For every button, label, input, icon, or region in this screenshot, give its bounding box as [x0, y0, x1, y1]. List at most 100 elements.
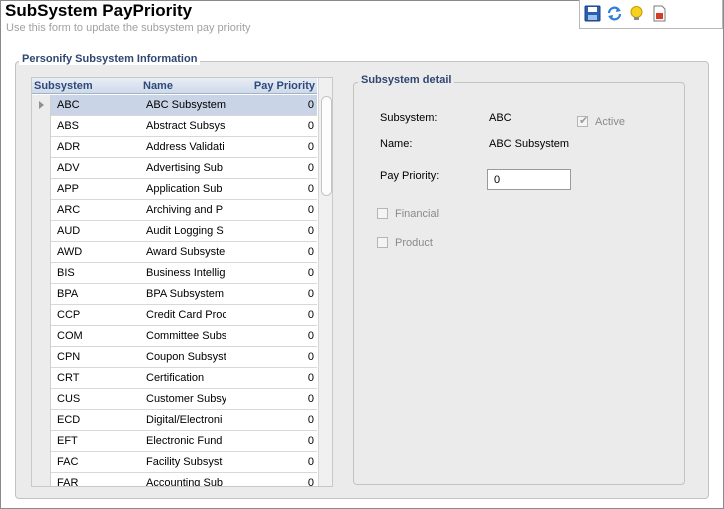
- table-row[interactable]: ARC Archiving and P 0: [32, 200, 317, 221]
- table-row[interactable]: CUS Customer Subsy 0: [32, 389, 317, 410]
- table-row[interactable]: CCP Credit Card Proc 0: [32, 305, 317, 326]
- table-row[interactable]: AWD Award Subsyste 0: [32, 242, 317, 263]
- row-selector[interactable]: [32, 221, 51, 242]
- cell-subsystem: AUD: [57, 225, 81, 237]
- active-checkbox[interactable]: ✔: [577, 115, 589, 127]
- row-selector[interactable]: [32, 368, 51, 389]
- scrollbar-thumb[interactable]: [321, 96, 332, 196]
- column-header-pay-priority[interactable]: Pay Priority: [254, 80, 315, 92]
- cell-subsystem: ADR: [57, 141, 81, 153]
- table-row[interactable]: ADR Address Validati 0: [32, 137, 317, 158]
- cell-pay-priority: 0: [307, 204, 314, 216]
- row-selector[interactable]: [32, 326, 51, 347]
- table-row[interactable]: FAC Facility Subsyst 0: [32, 452, 317, 473]
- pay-priority-input[interactable]: 0: [487, 169, 571, 190]
- row-selector[interactable]: [32, 473, 51, 486]
- table-row[interactable]: ABS Abstract Subsys 0: [32, 116, 317, 137]
- cell-pay-priority: 0: [307, 267, 314, 279]
- cell-subsystem: CPN: [57, 351, 81, 363]
- row-selector[interactable]: [32, 116, 51, 137]
- financial-label: Financial: [395, 208, 440, 220]
- cell-pay-priority: 0: [307, 393, 314, 405]
- subsystem-grid[interactable]: Subsystem Name Pay Priority ABC ABC Subsy…: [31, 77, 333, 487]
- cell-subsystem: ABC: [57, 99, 80, 111]
- cell-pay-priority: 0: [307, 141, 314, 153]
- cell-name: Address Validati: [146, 141, 225, 153]
- row-selector[interactable]: [32, 452, 51, 473]
- table-row[interactable]: COM Committee Subs 0: [32, 326, 317, 347]
- save-icon[interactable]: [584, 5, 601, 22]
- cell-pay-priority: 0: [307, 309, 314, 321]
- row-pointer-icon: [39, 101, 44, 109]
- cell-name: Audit Logging S: [146, 225, 224, 237]
- row-selector[interactable]: [32, 410, 51, 431]
- row-selector[interactable]: [32, 389, 51, 410]
- row-selector[interactable]: [32, 263, 51, 284]
- cell-subsystem: COM: [57, 330, 83, 342]
- cell-pay-priority: 0: [307, 372, 314, 384]
- cell-name: Coupon Subsyst: [146, 351, 226, 363]
- table-row[interactable]: ABC ABC Subsystem 0: [32, 95, 317, 116]
- cell-name: Electronic Fund: [146, 435, 223, 447]
- cell-pay-priority: 0: [307, 162, 314, 174]
- financial-checkbox[interactable]: [377, 208, 388, 219]
- product-checkbox[interactable]: [377, 237, 388, 248]
- table-row[interactable]: ADV Advertising Sub 0: [32, 158, 317, 179]
- cell-name: Committee Subs: [146, 330, 226, 342]
- row-selector[interactable]: [32, 305, 51, 326]
- lightbulb-icon[interactable]: [628, 5, 645, 22]
- table-row[interactable]: CPN Coupon Subsyst 0: [32, 347, 317, 368]
- document-icon[interactable]: [651, 5, 668, 22]
- table-row[interactable]: BIS Business Intellig 0: [32, 263, 317, 284]
- cell-name: Advertising Sub: [146, 162, 224, 174]
- cell-pay-priority: 0: [307, 330, 314, 342]
- cell-subsystem: ADV: [57, 162, 80, 174]
- row-selector[interactable]: [32, 95, 51, 116]
- table-row[interactable]: ECD Digital/Electroni 0: [32, 410, 317, 431]
- row-selector[interactable]: [32, 242, 51, 263]
- row-selector[interactable]: [32, 179, 51, 200]
- pay-priority-label: Pay Priority:: [380, 170, 440, 182]
- cell-subsystem: ARC: [57, 204, 81, 216]
- cell-name: Application Sub: [146, 183, 223, 195]
- grid-vertical-scrollbar[interactable]: [318, 78, 332, 486]
- cell-subsystem: AWD: [57, 246, 83, 258]
- cell-subsystem: FAR: [57, 477, 79, 487]
- table-row[interactable]: AUD Audit Logging S 0: [32, 221, 317, 242]
- table-row[interactable]: CRT Certification 0: [32, 368, 317, 389]
- cell-pay-priority: 0: [307, 288, 314, 300]
- name-value: ABC Subsystem: [489, 138, 570, 150]
- row-selector[interactable]: [32, 347, 51, 368]
- cell-subsystem: EFT: [57, 435, 78, 447]
- cell-subsystem: BIS: [57, 267, 75, 279]
- row-selector[interactable]: [32, 431, 51, 452]
- row-selector[interactable]: [32, 284, 51, 305]
- checkmark-icon: ✔: [579, 115, 589, 127]
- cell-pay-priority: 0: [307, 414, 314, 426]
- toolbar: [579, 0, 723, 29]
- table-row[interactable]: APP Application Sub 0: [32, 179, 317, 200]
- cell-subsystem: CUS: [57, 393, 81, 405]
- table-row[interactable]: BPA BPA Subsystem 0: [32, 284, 317, 305]
- column-header-name[interactable]: Name: [143, 80, 173, 92]
- cell-subsystem: ABS: [57, 120, 80, 132]
- cell-name: Archiving and P: [146, 204, 224, 216]
- cell-name: Abstract Subsys: [146, 120, 226, 132]
- cell-name: BPA Subsystem: [146, 288, 225, 300]
- cell-subsystem: APP: [57, 183, 80, 195]
- subsystem-value: ABC: [489, 112, 512, 124]
- table-row[interactable]: EFT Electronic Fund 0: [32, 431, 317, 452]
- cell-name: Accounting Sub: [146, 477, 224, 487]
- row-selector[interactable]: [32, 158, 51, 179]
- personify-subsystem-legend: Personify Subsystem Information: [19, 53, 201, 65]
- row-selector[interactable]: [32, 137, 51, 158]
- refresh-icon[interactable]: [606, 5, 623, 22]
- cell-subsystem: ECD: [57, 414, 81, 426]
- table-row[interactable]: FAR Accounting Sub 0: [32, 473, 317, 487]
- cell-pay-priority: 0: [307, 120, 314, 132]
- cell-name: Digital/Electroni: [146, 414, 223, 426]
- column-header-subsystem[interactable]: Subsystem: [34, 80, 93, 92]
- row-selector[interactable]: [32, 200, 51, 221]
- active-label: Active: [595, 116, 625, 128]
- cell-name: Credit Card Proc: [146, 309, 226, 321]
